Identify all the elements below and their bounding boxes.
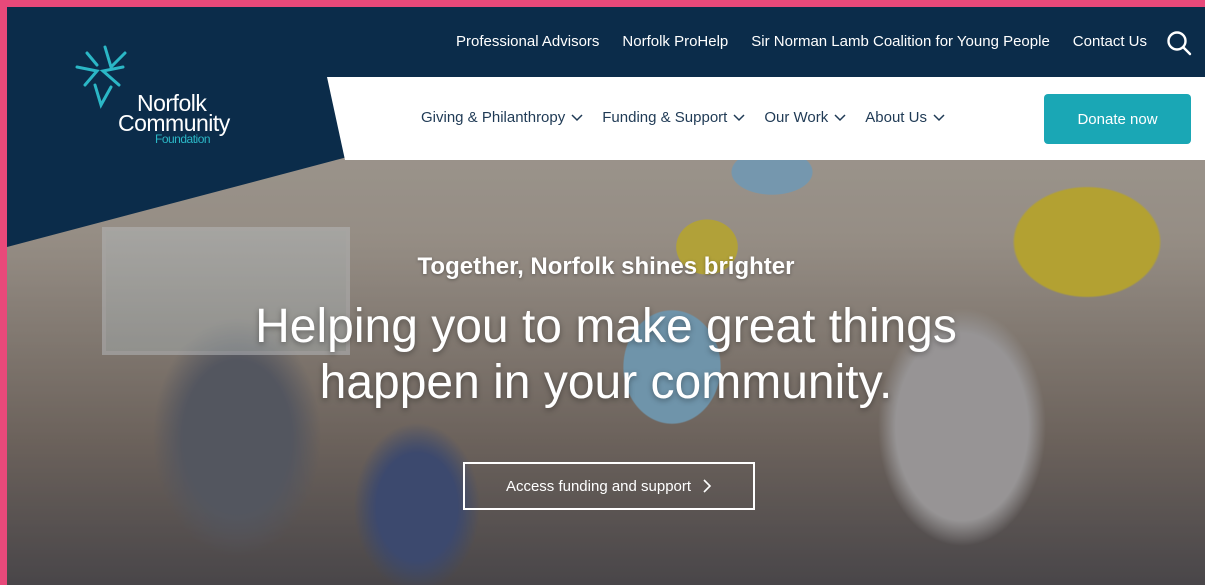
nav-giving-philanthropy[interactable]: Giving & Philanthropy bbox=[421, 109, 583, 126]
chevron-down-icon bbox=[834, 113, 846, 121]
nav-about-us[interactable]: About Us bbox=[865, 109, 945, 126]
donate-button[interactable]: Donate now bbox=[1044, 94, 1191, 144]
nav-label: About Us bbox=[865, 109, 927, 126]
main-nav: Giving & Philanthropy Funding & Support … bbox=[421, 109, 945, 126]
chevron-down-icon bbox=[733, 113, 745, 121]
chevron-right-icon bbox=[703, 479, 712, 493]
nav-funding-support[interactable]: Funding & Support bbox=[602, 109, 745, 126]
hero-headline-line-1: Helping you to make great things bbox=[255, 300, 957, 353]
cta-label: Access funding and support bbox=[505, 477, 692, 495]
nav-our-work[interactable]: Our Work bbox=[764, 109, 846, 126]
star-logo-icon bbox=[75, 45, 127, 109]
utility-nav: Professional Advisors Norfolk ProHelp Si… bbox=[456, 33, 1147, 50]
nav-label: Giving & Philanthropy bbox=[421, 109, 566, 126]
access-funding-button[interactable]: Access funding and support bbox=[463, 462, 755, 510]
nav-label: Funding & Support bbox=[602, 109, 728, 126]
util-link-norfolk-prohelp[interactable]: Norfolk ProHelp bbox=[622, 33, 728, 50]
hero-tagline: Together, Norfolk shines brighter bbox=[417, 253, 795, 280]
chevron-down-icon bbox=[933, 113, 945, 121]
util-link-professional-advisors[interactable]: Professional Advisors bbox=[456, 33, 599, 50]
page-frame: Norfolk Community Foundation Professiona… bbox=[7, 7, 1205, 585]
util-link-contact-us[interactable]: Contact Us bbox=[1073, 33, 1147, 50]
hero-headline: Helping you to make great things happen … bbox=[7, 299, 1205, 411]
hero-headline-line-2: happen in your community. bbox=[319, 356, 893, 409]
search-button[interactable] bbox=[1165, 29, 1193, 57]
search-icon bbox=[1167, 31, 1192, 56]
logo-line-3: Foundation bbox=[155, 132, 211, 146]
logo-wordmark: Norfolk Community Foundation bbox=[118, 92, 317, 146]
site-logo[interactable]: Norfolk Community Foundation bbox=[75, 45, 230, 145]
chevron-down-icon bbox=[571, 113, 583, 121]
util-link-coalition[interactable]: Sir Norman Lamb Coalition for Young Peop… bbox=[751, 33, 1050, 50]
logo-line-2: Community bbox=[118, 110, 230, 136]
nav-label: Our Work bbox=[764, 109, 829, 126]
